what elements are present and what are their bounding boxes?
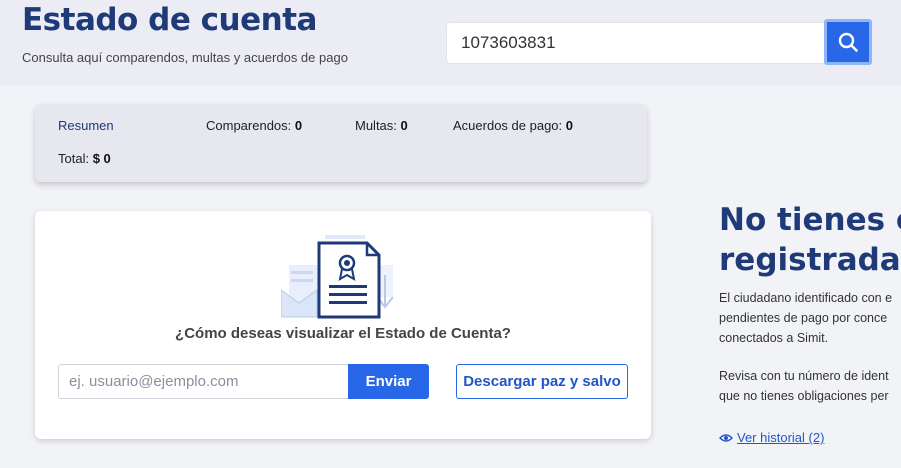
heading-line-2: registradas e — [719, 242, 901, 278]
no-obligations-heading: No tienes co registradas e — [719, 200, 901, 280]
summary-multas: Multas: 0 — [355, 118, 408, 133]
page-header: Estado de cuenta Consulta aquí comparend… — [0, 0, 901, 86]
search-button[interactable] — [824, 19, 872, 65]
document-certificate-icon — [281, 235, 394, 319]
download-paz-y-salvo-button[interactable]: Descargar paz y salvo — [456, 364, 628, 399]
summary-resumen-link[interactable]: Resumen — [58, 118, 114, 133]
info-paragraph-1: El ciudadano identificado con e pendient… — [719, 288, 901, 348]
info-line: conectados a Simit. — [719, 331, 829, 345]
summary-comparendos: Comparendos: 0 — [206, 118, 302, 133]
search-icon — [838, 32, 858, 52]
info-line: pendientes de pago por conce — [719, 311, 888, 325]
search-input[interactable] — [446, 22, 826, 64]
history-label[interactable]: Ver historial (2) — [737, 430, 824, 445]
info-line: Revisa con tu número de ident — [719, 369, 889, 383]
multas-value: 0 — [400, 118, 408, 133]
summary-acuerdos: Acuerdos de pago: 0 — [453, 118, 573, 133]
eye-icon — [719, 433, 733, 442]
page-title: Estado de cuenta — [22, 2, 317, 38]
info-line: que no tienes obligaciones per — [719, 389, 889, 403]
email-field[interactable] — [58, 364, 348, 399]
summary-total: Total: $ 0 — [58, 151, 111, 166]
send-button[interactable]: Enviar — [348, 364, 429, 399]
info-line: El ciudadano identificado con e — [719, 291, 893, 305]
acuerdos-value: 0 — [565, 118, 573, 133]
total-value: $ 0 — [92, 151, 111, 166]
visualization-question: ¿Cómo deseas visualizar el Estado de Cue… — [175, 325, 511, 342]
heading-line-1: No tienes co — [719, 202, 901, 238]
acuerdos-label: Acuerdos de pago: — [453, 118, 563, 133]
history-link[interactable]: Ver historial (2) — [719, 430, 824, 445]
total-label: Total: — [58, 151, 90, 166]
comparendos-value: 0 — [294, 118, 303, 133]
summary-card: Resumen Comparendos: 0 Multas: 0 Acuerdo… — [35, 104, 647, 182]
comparendos-label: Comparendos: — [206, 118, 292, 133]
statement-card: ¿Cómo deseas visualizar el Estado de Cue… — [35, 211, 651, 439]
multas-label: Multas: — [355, 118, 397, 133]
page-subtitle: Consulta aquí comparendos, multas y acue… — [22, 50, 348, 65]
info-paragraph-2: Revisa con tu número de ident que no tie… — [719, 366, 901, 406]
